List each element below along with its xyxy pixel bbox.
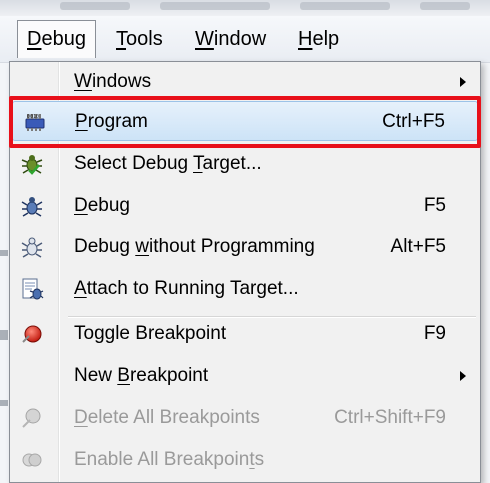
menu-item-label: New Breakpoint	[74, 365, 209, 386]
menu-tools[interactable]: Tools	[107, 20, 172, 58]
debug-without-programming-icon	[20, 235, 44, 259]
svg-text:0010: 0010	[27, 114, 39, 120]
menu-item-debug[interactable]: Debug F5	[10, 186, 480, 226]
menu-debug[interactable]: Debug	[17, 20, 96, 58]
enable-breakpoints-icon	[20, 448, 44, 472]
menu-window[interactable]: Window	[186, 20, 275, 58]
menu-item-delete-all-breakpoints[interactable]: Delete All Breakpoints Ctrl+Shift+F9	[10, 398, 480, 438]
breakpoint-icon	[20, 322, 44, 346]
shortcut-label: Ctrl+F5	[382, 111, 445, 132]
menu-bar: Debug Tools Window Help	[0, 16, 490, 63]
debug-bug-icon	[20, 194, 44, 218]
menu-item-label: Debug	[74, 195, 131, 216]
menu-item-label: Debug without Programming	[74, 236, 315, 257]
shortcut-label: F9	[423, 323, 446, 344]
shortcut-label: F5	[423, 195, 446, 216]
menu-item-label: Windows	[74, 71, 152, 92]
background-fragment	[0, 250, 8, 256]
menu-item-enable-all-breakpoints[interactable]: Enable All Breakpoints	[10, 440, 480, 480]
attach-target-icon	[20, 277, 44, 301]
background-fragment	[0, 330, 8, 340]
menu-item-label: Enable All Breakpoints	[74, 449, 265, 470]
menu-item-select-debug-target[interactable]: Select Debug Target...	[10, 144, 480, 184]
submenu-arrow-icon	[460, 371, 466, 381]
menu-item-label: Delete All Breakpoints	[74, 407, 260, 428]
menu-help[interactable]: Help	[289, 20, 348, 58]
program-chip-icon: 0010	[23, 110, 47, 134]
screen: Debug Tools Window Help Windows 0010 Pro…	[0, 0, 490, 483]
delete-breakpoints-icon	[20, 406, 44, 430]
debug-dropdown-menu: Windows 0010 Program Ctrl+F5 Select Debu…	[9, 61, 481, 483]
menu-item-new-breakpoint[interactable]: New Breakpoint	[10, 356, 480, 396]
menu-item-windows[interactable]: Windows	[10, 62, 480, 102]
menu-item-attach-running-target[interactable]: Attach to Running Target...	[10, 269, 480, 309]
menu-item-label: Toggle Breakpoint	[74, 323, 227, 344]
select-debug-target-icon	[20, 152, 44, 176]
menu-item-program[interactable]: 0010 Program Ctrl+F5	[12, 101, 478, 141]
menu-item-debug-without-programming[interactable]: Debug without Programming Alt+F5	[10, 227, 480, 267]
menu-item-label: Select Debug Target...	[74, 153, 262, 174]
menu-item-label: Attach to Running Target...	[74, 278, 299, 299]
shortcut-label: Alt+F5	[390, 236, 446, 257]
shortcut-label: Ctrl+Shift+F9	[334, 407, 446, 428]
menu-item-label: Program	[75, 111, 148, 132]
window-titlebar-fragment	[0, 0, 490, 17]
menu-item-toggle-breakpoint[interactable]: Toggle Breakpoint F9	[10, 314, 480, 354]
submenu-arrow-icon	[460, 77, 466, 87]
background-fragment	[0, 400, 8, 406]
